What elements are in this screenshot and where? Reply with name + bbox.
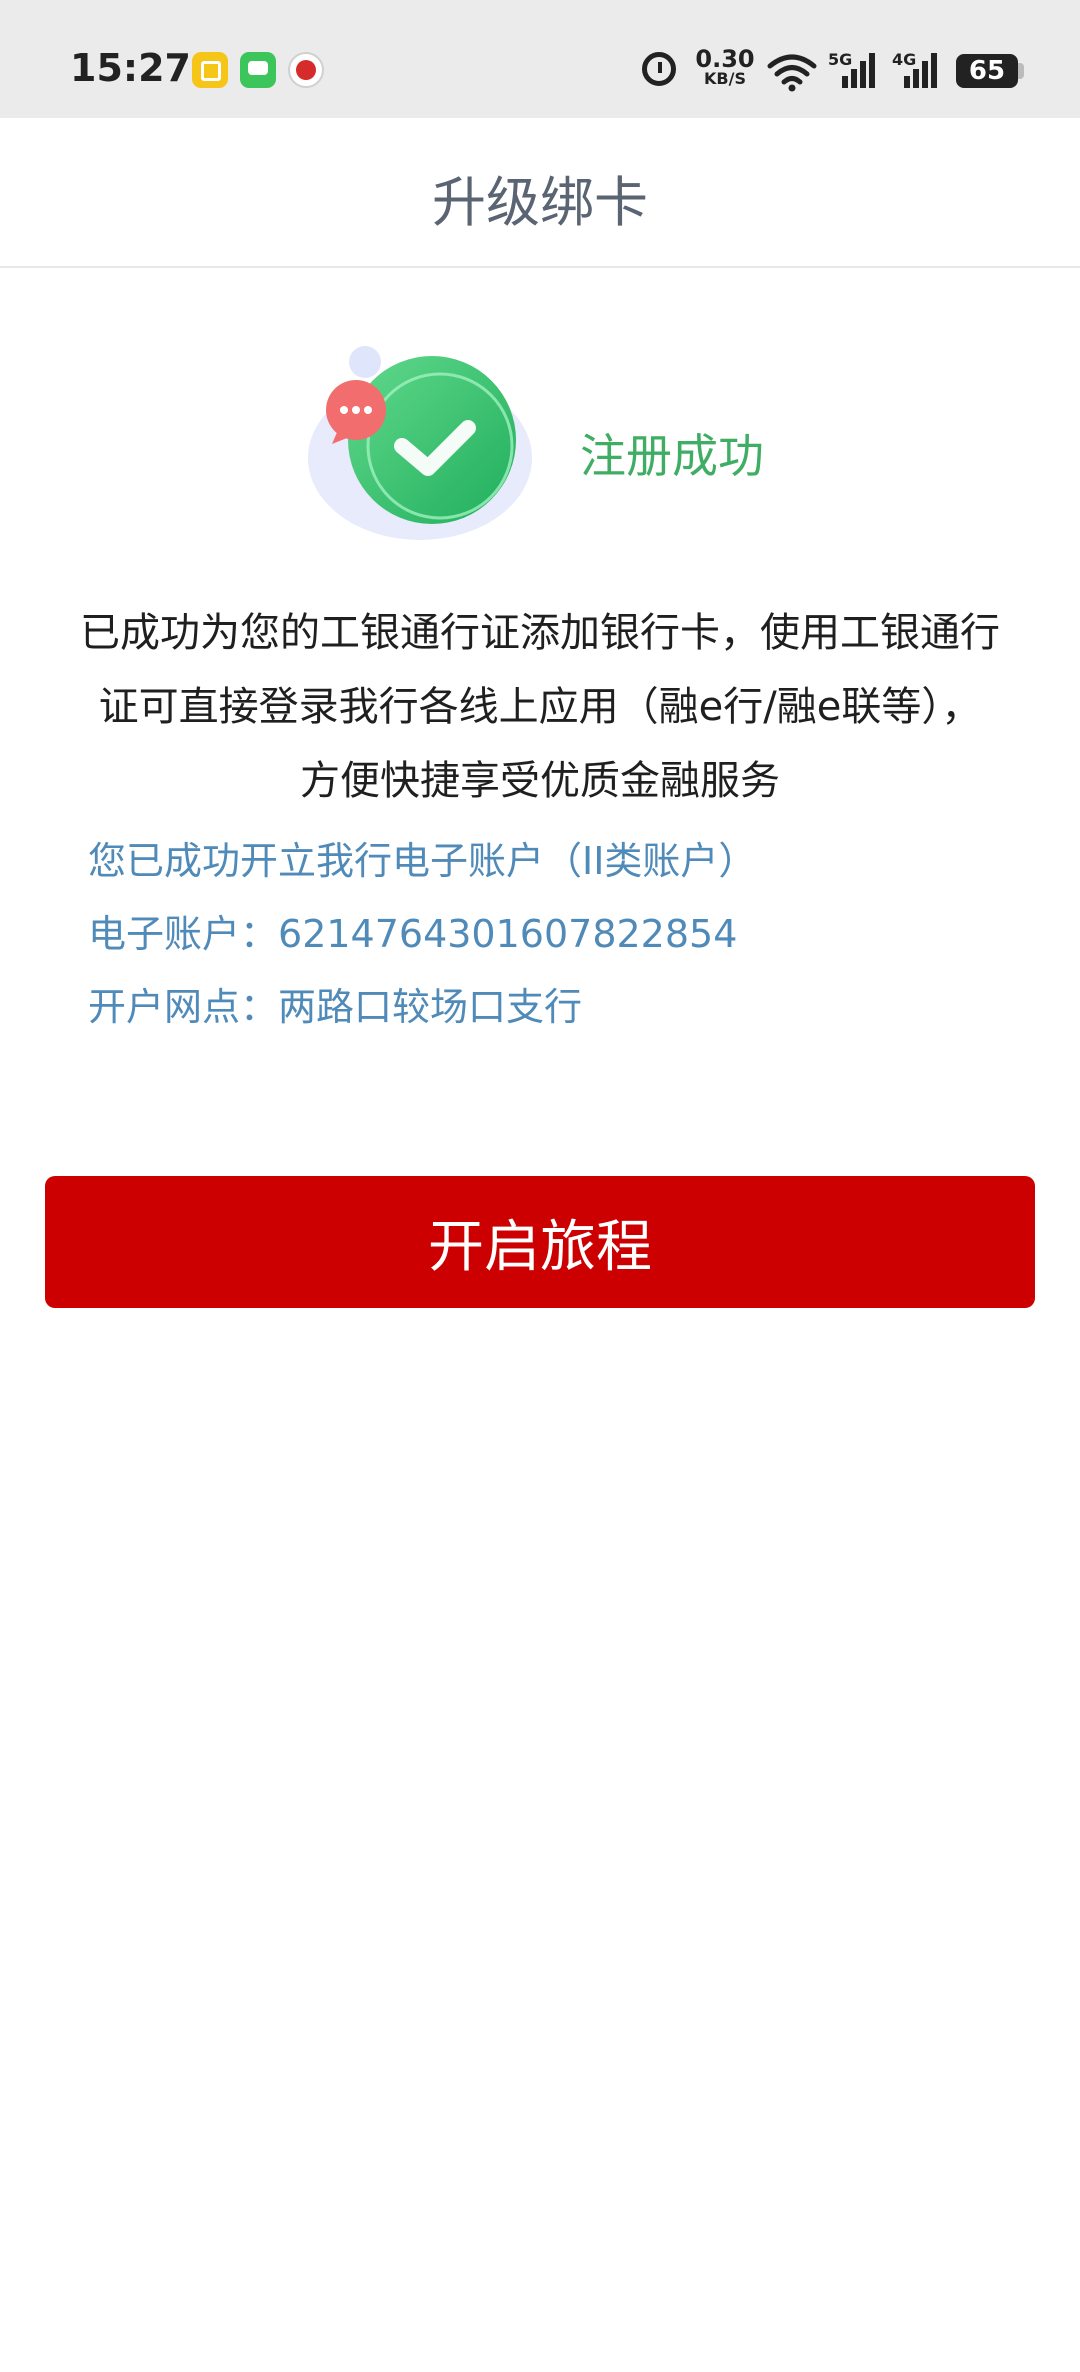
account-opened-notice: 您已成功开立我行电子账户（II类账户） bbox=[88, 839, 757, 883]
success-title: 注册成功 bbox=[580, 429, 764, 483]
battery-tip-icon bbox=[1018, 63, 1024, 79]
network-speed: 0.30 KB/S bbox=[692, 47, 758, 88]
signal-5g-icon bbox=[842, 53, 875, 88]
page-header: 升级绑卡 bbox=[0, 118, 1080, 268]
account-number-value: 6214764301607822854 bbox=[278, 912, 738, 956]
account-number-label: 电子账户： bbox=[88, 912, 279, 956]
branch-name: 两路口较场口支行 bbox=[278, 985, 583, 1029]
message-notification-icon bbox=[240, 52, 276, 88]
copy-app-notification-icon bbox=[192, 52, 228, 88]
success-description: 已成功为您的工银通行证添加银行卡，使用工银通行证可直接登录我行各线上应用（融e行… bbox=[80, 610, 1000, 804]
wifi-icon bbox=[767, 54, 817, 92]
start-journey-button[interactable]: 开启旅程 bbox=[45, 1176, 1035, 1308]
success-check-icon bbox=[308, 346, 532, 540]
branch-line: 开户网点：两路口较场口支行 bbox=[88, 976, 582, 1031]
bank-app-notification-icon bbox=[288, 52, 324, 88]
alarm-icon bbox=[642, 52, 676, 86]
branch-label: 开户网点： bbox=[88, 985, 279, 1029]
status-bar: 15:27 0.30 KB/S 5G 4G 65 bbox=[0, 0, 1080, 118]
status-time: 15:27 bbox=[70, 46, 191, 90]
account-number-line: 电子账户：6214764301607822854 bbox=[88, 903, 737, 958]
page-title: 升级绑卡 bbox=[432, 171, 648, 234]
battery-indicator: 65 bbox=[956, 54, 1018, 88]
signal-4g-icon bbox=[904, 53, 937, 88]
